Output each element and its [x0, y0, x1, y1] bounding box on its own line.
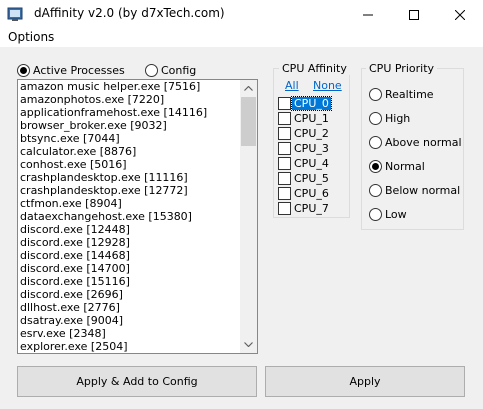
checkbox-box: [278, 96, 291, 110]
cpu-label: CPU_2: [294, 126, 329, 140]
cpu-checkbox-2[interactable]: CPU_2: [278, 126, 331, 140]
process-listbox[interactable]: amazon music helper.exe [7516] amazonphot…: [17, 79, 258, 354]
minimize-icon: [363, 14, 373, 15]
list-item[interactable]: explorer.exe [2504]: [20, 340, 240, 353]
apply-add-to-config-button[interactable]: Apply & Add to Config: [17, 366, 257, 397]
chevron-down-icon: [244, 342, 253, 347]
radio-dot: [369, 112, 382, 125]
cpu-checkbox-4[interactable]: CPU_4: [278, 156, 331, 170]
list-item[interactable]: btsync.exe [7044]: [20, 132, 240, 145]
list-item[interactable]: discord.exe [2696]: [20, 288, 240, 301]
list-item[interactable]: discord.exe [14468]: [20, 249, 240, 262]
list-item[interactable]: applicationframehost.exe [14116]: [20, 106, 240, 119]
window-title: dAffinity v2.0 (by d7xTech.com): [34, 6, 225, 20]
radio-dot: [369, 136, 382, 149]
active-processes-label: Active Processes: [33, 64, 125, 77]
close-button[interactable]: [437, 0, 483, 29]
close-icon: [455, 9, 465, 20]
list-item[interactable]: discord.exe [14700]: [20, 262, 240, 275]
list-item[interactable]: dataexchangehost.exe [15380]: [20, 210, 240, 223]
cpu-checkbox-3[interactable]: CPU_3: [278, 141, 331, 155]
radio-dot: [369, 88, 382, 101]
priority-radio-1[interactable]: High: [369, 112, 410, 125]
scroll-down-button[interactable]: [240, 336, 257, 353]
list-item[interactable]: discord.exe [15116]: [20, 275, 240, 288]
priority-radio-2[interactable]: Above normal: [369, 136, 462, 149]
priority-radio-5[interactable]: Low: [369, 208, 407, 221]
priority-label: Realtime: [385, 88, 434, 101]
list-item[interactable]: crashplandesktop.exe [11116]: [20, 171, 240, 184]
list-item[interactable]: esrv.exe [2348]: [20, 327, 240, 340]
chevron-up-icon: [244, 86, 253, 91]
cpu-checkbox-0[interactable]: CPU_0: [278, 95, 332, 111]
menu-options[interactable]: Options: [8, 29, 54, 45]
list-item[interactable]: conhost.exe [5016]: [20, 158, 240, 171]
priority-label: Below normal: [385, 184, 461, 197]
list-item[interactable]: dsatray.exe [9004]: [20, 314, 240, 327]
config-label: Config: [161, 64, 197, 77]
config-radio[interactable]: Config: [145, 64, 196, 77]
cpu-affinity-title: CPU Affinity: [279, 62, 350, 75]
priority-radio-0[interactable]: Realtime: [369, 88, 434, 101]
select-all-link[interactable]: All: [285, 79, 299, 92]
list-item[interactable]: amazonphotos.exe [7220]: [20, 93, 240, 106]
apply-button[interactable]: Apply: [265, 366, 465, 397]
cpu-label: CPU_7: [294, 201, 329, 215]
radio-dot: [369, 160, 382, 173]
cpu-label: CPU_4: [294, 156, 329, 170]
priority-radio-3[interactable]: Normal: [369, 160, 425, 173]
app-icon: [7, 7, 23, 21]
cpu-label: CPU_1: [294, 111, 329, 125]
checkbox-box: [278, 141, 291, 155]
checkbox-box: [278, 171, 291, 185]
priority-label: Normal: [385, 160, 425, 173]
cpu-priority-title: CPU Priority: [366, 62, 438, 75]
active-processes-radio[interactable]: Active Processes: [17, 64, 125, 77]
title-bar: dAffinity v2.0 (by d7xTech.com): [0, 0, 483, 29]
list-item[interactable]: dllhost.exe [2776]: [20, 301, 240, 314]
list-item[interactable]: discord.exe [12928]: [20, 236, 240, 249]
process-list: amazon music helper.exe [7516] amazonphot…: [20, 80, 240, 353]
list-item[interactable]: discord.exe [12448]: [20, 223, 240, 236]
cpu-label: CPU_0: [291, 95, 332, 111]
priority-radio-4[interactable]: Below normal: [369, 184, 460, 197]
checkbox-box: [278, 201, 291, 215]
menu-bar: Options: [0, 29, 483, 47]
minimize-button[interactable]: [345, 0, 391, 29]
list-item[interactable]: browser_broker.exe [9032]: [20, 119, 240, 132]
checkbox-box: [278, 111, 291, 125]
list-item[interactable]: amazon music helper.exe [7516]: [20, 80, 240, 93]
radio-dot: [145, 64, 158, 77]
scroll-thumb[interactable]: [241, 97, 256, 146]
radio-dot: [369, 184, 382, 197]
cpu-label: CPU_3: [294, 141, 329, 155]
process-list-scrollbar[interactable]: [240, 80, 257, 353]
list-item[interactable]: calculator.exe [8876]: [20, 145, 240, 158]
cpu-label: CPU_5: [294, 171, 329, 185]
checkbox-box: [278, 126, 291, 140]
maximize-icon: [409, 9, 419, 20]
cpu-checkbox-7[interactable]: CPU_7: [278, 201, 331, 215]
select-none-link[interactable]: None: [313, 79, 342, 92]
scroll-up-button[interactable]: [240, 80, 257, 97]
priority-label: Low: [385, 208, 407, 221]
cpu-label: CPU_6: [294, 186, 329, 200]
list-item[interactable]: crashplandesktop.exe [12772]: [20, 184, 240, 197]
checkbox-box: [278, 186, 291, 200]
radio-dot: [17, 64, 30, 77]
list-item[interactable]: ctfmon.exe [8904]: [20, 197, 240, 210]
priority-label: Above normal: [385, 136, 462, 149]
cpu-checkbox-6[interactable]: CPU_6: [278, 186, 331, 200]
maximize-button[interactable]: [391, 0, 437, 29]
cpu-checkbox-5[interactable]: CPU_5: [278, 171, 331, 185]
priority-label: High: [385, 112, 411, 125]
radio-dot: [369, 208, 382, 221]
checkbox-box: [278, 156, 291, 170]
cpu-checkbox-1[interactable]: CPU_1: [278, 111, 331, 125]
